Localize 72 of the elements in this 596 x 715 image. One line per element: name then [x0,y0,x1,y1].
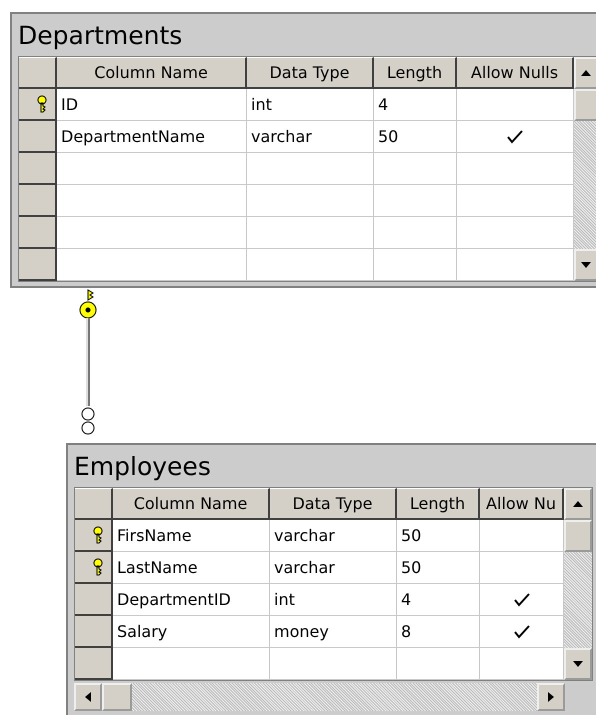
row-selector[interactable] [19,217,57,249]
checkmark-icon [514,624,530,638]
row-selector[interactable] [19,185,57,217]
table-cell: varchar [270,520,397,552]
empty-cell[interactable] [374,249,457,281]
corner-header [19,57,57,89]
down-arrow-icon [581,262,591,268]
row-selector[interactable] [75,584,113,616]
key-icon [37,95,47,113]
column-header[interactable]: Length [374,57,457,89]
checkmark-icon [514,592,530,606]
table-cell: int [247,89,374,121]
empty-cell[interactable] [374,185,457,217]
column-header[interactable]: Allow Nu [480,488,564,520]
table-cell: 4 [397,584,480,616]
empty-cell[interactable] [374,153,457,185]
table-cell: 50 [397,552,480,584]
empty-cell[interactable] [397,648,480,680]
row-selector[interactable] [75,616,113,648]
empty-cell[interactable] [247,249,374,281]
table-cell: LastName [113,552,270,584]
scroll-down-button[interactable] [574,249,596,281]
table-cell: Salary [113,616,270,648]
left-arrow-icon [85,692,91,702]
row-selector[interactable] [75,552,113,584]
table-cell: 50 [397,520,480,552]
scroll-right-button[interactable] [537,683,565,711]
key-icon [93,558,103,576]
column-header[interactable]: Data Type [247,57,374,89]
table-cell: 8 [397,616,480,648]
table-cell: varchar [247,121,374,153]
scrollbar-thumb[interactable] [564,520,592,552]
row-selector[interactable] [75,520,113,552]
key-icon [93,526,103,544]
table-cell: int [270,584,397,616]
table-cell: 50 [374,121,457,153]
empty-cell[interactable] [247,153,374,185]
row-selector[interactable] [19,153,57,185]
scrollbar-thumb[interactable] [574,89,596,121]
checkmark-icon [507,130,523,144]
row-selector[interactable] [19,121,57,153]
empty-cell[interactable] [270,648,397,680]
column-header[interactable]: Data Type [270,488,397,520]
empty-cell[interactable] [247,185,374,217]
right-arrow-icon [548,692,554,702]
table-cell: ID [57,89,247,121]
table-cell: DepartmentName [57,121,247,153]
row-selector[interactable] [19,249,57,281]
table-cell: money [270,616,397,648]
table-cell: FirsName [113,520,270,552]
up-arrow-icon [581,70,591,76]
scroll-up-button[interactable] [564,488,592,520]
up-arrow-icon [573,501,583,507]
scroll-down-button[interactable] [564,648,592,680]
table-cell: varchar [270,552,397,584]
empty-cell[interactable] [247,217,374,249]
column-header[interactable]: Column Name [113,488,270,520]
scroll-up-button[interactable] [574,57,596,89]
column-header[interactable]: Column Name [57,57,247,89]
corner-header [75,488,113,520]
scroll-left-button[interactable] [74,683,102,711]
table-title: Employees [74,451,212,483]
table-cell: 4 [374,89,457,121]
empty-cell[interactable] [374,217,457,249]
scrollbar-thumb[interactable] [102,683,132,711]
column-header[interactable]: Allow Nulls [457,57,574,89]
down-arrow-icon [573,661,583,667]
row-selector[interactable] [19,89,57,121]
table-title: Departments [18,20,184,52]
row-selector[interactable] [75,648,113,680]
column-header[interactable]: Length [397,488,480,520]
table-cell: DepartmentID [113,584,270,616]
